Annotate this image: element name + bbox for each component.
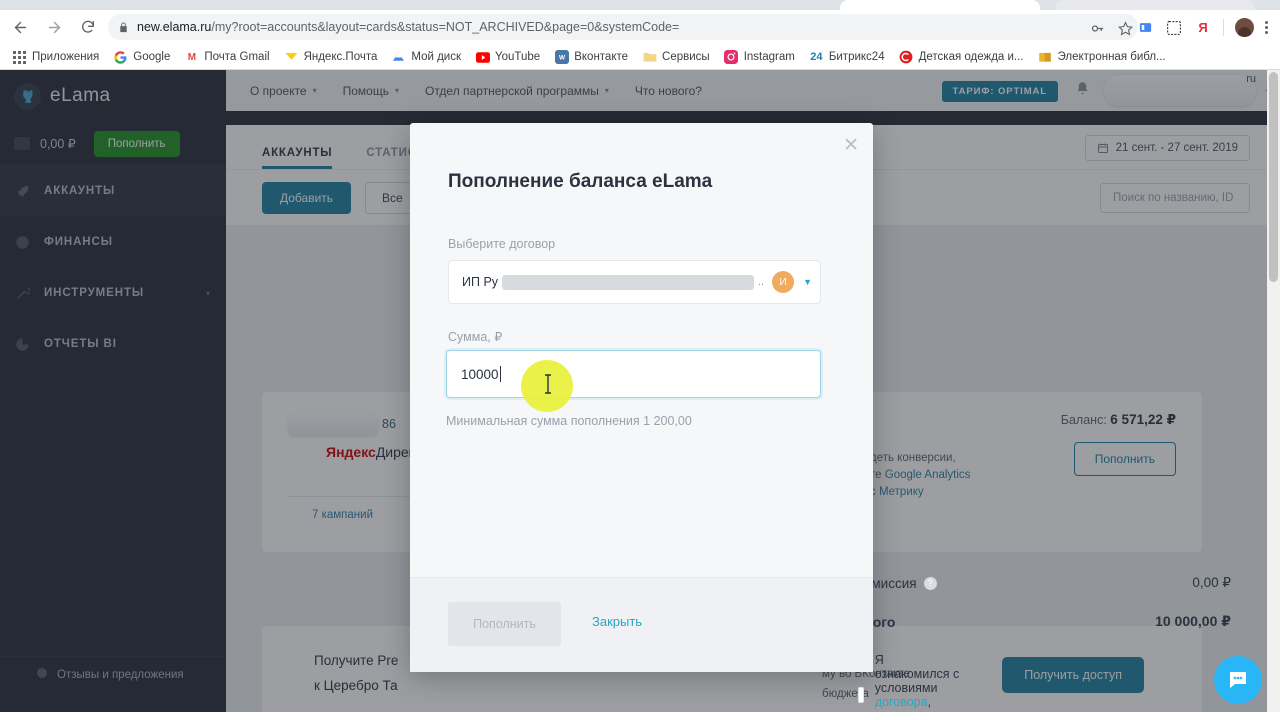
bookmark-instagram[interactable]: Instagram: [724, 50, 795, 65]
circle-c-icon: [899, 50, 914, 65]
bookmark-label: Битрикс24: [828, 51, 885, 63]
notion-icon[interactable]: [1165, 19, 1183, 37]
screenshot-root: new.elama.ru/my?root=accounts&layout=car…: [0, 0, 1280, 720]
agreement-prefix: Я ознакомился с условиями: [874, 653, 960, 695]
extension-blue-icon[interactable]: [1136, 19, 1154, 37]
chrome-divider: [0, 69, 1280, 70]
browser-tab-inactive[interactable]: [1055, 0, 1255, 10]
bottom-strip: [0, 712, 1280, 720]
chevron-down-icon[interactable]: ▼: [803, 277, 812, 287]
bookmark-drive[interactable]: Мой диск: [391, 50, 461, 65]
bookmark-label: Мой диск: [411, 51, 462, 63]
bookmark-library[interactable]: Электронная библ...: [1038, 50, 1166, 65]
back-arrow-icon[interactable]: [6, 13, 34, 41]
modal-title: Пополнение баланса eLama: [448, 171, 713, 192]
bookmark-services[interactable]: Сервисы: [642, 50, 710, 65]
min-amount-hint: Минимальная сумма пополнения 1 200,00: [446, 414, 692, 428]
avatar: И: [772, 271, 795, 293]
close-icon[interactable]: ✕: [843, 136, 859, 155]
close-button[interactable]: Закрыть: [592, 614, 642, 629]
apps-grid-icon: [12, 50, 27, 65]
bookmark-label: Вконтакте: [574, 51, 629, 63]
book-icon: [1038, 50, 1053, 65]
google-icon: [113, 50, 128, 65]
omnibox-actions: [1088, 19, 1134, 37]
redacted-contract-name: [502, 274, 754, 290]
bookmark-label: Сервисы: [662, 51, 710, 63]
bookmark-vk[interactable]: W Вконтакте: [554, 50, 628, 65]
browser-toolbar: new.elama.ru/my?root=accounts&layout=car…: [0, 10, 1280, 44]
yandex-icon[interactable]: Я: [1194, 19, 1212, 37]
bookmark-youtube[interactable]: YouTube: [475, 50, 540, 65]
agreement-text: Я ознакомился с условиями договора, согл…: [875, 653, 960, 720]
gmail-icon: M: [187, 51, 197, 63]
total-row: Итого 10 000,00 ₽: [856, 613, 1231, 630]
chrome-menu-icon[interactable]: [1265, 21, 1268, 34]
youtube-icon: [475, 50, 490, 65]
bookmark-label: Google: [133, 51, 171, 63]
browser-tab-strip[interactable]: [0, 0, 1280, 10]
svg-text:W: W: [559, 54, 566, 61]
reload-icon[interactable]: [74, 13, 102, 41]
bookmark-label: Почта Gmail: [204, 51, 270, 63]
folder-icon: [642, 50, 657, 65]
bookmark-yandex-mail[interactable]: Яндекс.Почта: [284, 50, 378, 65]
bookmarks-bar: Приложения Google M Почта Gmail Яндекс.П…: [0, 44, 1280, 70]
bookmark-apps[interactable]: Приложения: [12, 50, 99, 65]
browser-tab-active[interactable]: [840, 0, 1040, 10]
commission-value: 0,00 ₽: [1192, 575, 1231, 590]
contract-label: Выберите договор: [448, 237, 556, 251]
modal-footer: Пополнить Закрыть: [410, 577, 873, 672]
commission-row: Комиссия ? 0,00 ₽: [856, 575, 1231, 591]
contract-select[interactable]: ИП Ру .. И ▼: [448, 260, 821, 304]
forward-arrow-icon[interactable]: [40, 13, 68, 41]
help-icon[interactable]: ?: [923, 576, 937, 590]
scrollbar-thumb[interactable]: [1269, 72, 1278, 282]
chat-bubble-icon[interactable]: [1214, 656, 1262, 704]
text-cursor-icon: [543, 374, 553, 399]
instagram-icon: [724, 50, 739, 65]
lock-icon: [118, 21, 129, 33]
contract-ellipsis: ..: [757, 276, 765, 288]
address-bar[interactable]: new.elama.ru/my?root=accounts&layout=car…: [108, 14, 1138, 40]
bookmark-label: Электронная библ...: [1057, 51, 1166, 63]
extension-toolbar: Я: [1136, 18, 1268, 37]
browser-chrome: new.elama.ru/my?root=accounts&layout=car…: [0, 0, 1280, 70]
bookmark-label: Приложения: [32, 51, 100, 63]
total-value: 10 000,00 ₽: [1155, 613, 1231, 629]
url-path: /my?root=accounts&layout=cards&status=NO…: [211, 20, 680, 34]
contract-value: ИП Ру: [462, 275, 499, 289]
bookmark-label: Детская одежда и...: [918, 51, 1024, 63]
url-host: new.elama.ru: [137, 20, 212, 34]
submit-button[interactable]: Пополнить: [448, 602, 561, 646]
bookmark-kids-clothes[interactable]: Детская одежда и...: [899, 50, 1024, 65]
bookmark-label: YouTube: [495, 51, 541, 63]
agreement-row[interactable]: Я ознакомился с условиями договора, согл…: [858, 653, 960, 720]
vk-icon: W: [554, 50, 569, 65]
amount-value: 10000: [461, 366, 499, 382]
bookmark-gmail[interactable]: M Почта Gmail: [184, 50, 270, 65]
bookmark-bitrix24[interactable]: 24 Битрикс24: [809, 50, 885, 65]
bookmark-label: Яндекс.Почта: [303, 51, 378, 63]
key-icon[interactable]: [1088, 19, 1106, 37]
google-drive-icon: [391, 50, 406, 65]
toolbar-divider: [1223, 19, 1224, 36]
amount-input[interactable]: 10000: [446, 350, 821, 398]
star-icon[interactable]: [1116, 19, 1134, 37]
chrome-profile-avatar[interactable]: [1235, 18, 1254, 37]
bitrix24-icon: 24: [810, 51, 823, 63]
agreement-checkbox[interactable]: [858, 687, 864, 703]
text-caret: [499, 366, 501, 382]
bookmark-label: Instagram: [743, 51, 795, 63]
bookmark-google[interactable]: Google: [113, 50, 170, 65]
yandex-mail-icon: [284, 50, 299, 65]
amount-label: Сумма, ₽: [448, 330, 503, 344]
contract-link[interactable]: договора: [875, 695, 928, 709]
